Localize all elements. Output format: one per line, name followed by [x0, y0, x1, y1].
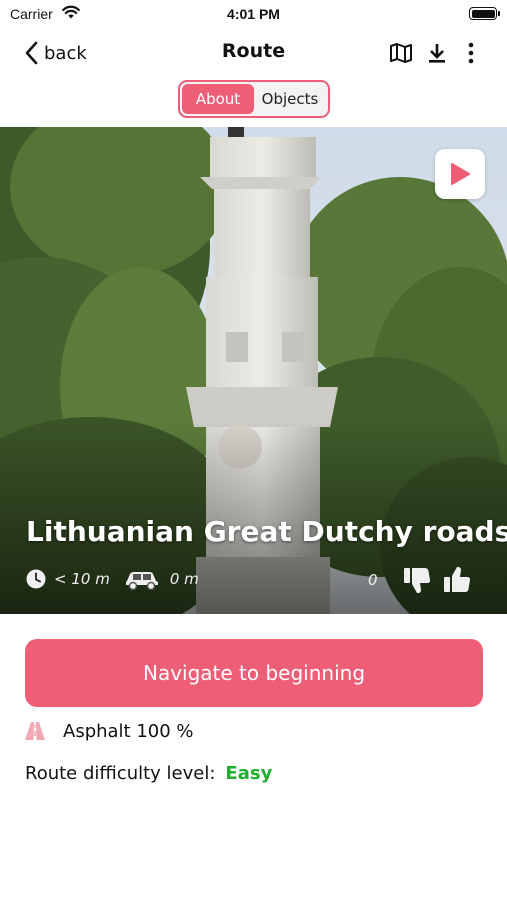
- download-icon: [429, 44, 445, 63]
- more-vertical-icon: [468, 42, 474, 64]
- route-title: Lithuanian Great Dutchy roads: [26, 515, 507, 548]
- segmented-control: About Objects: [178, 80, 330, 118]
- route-distance: 0 m: [169, 570, 199, 588]
- hero-section: Lithuanian Great Dutchy roads < 10 m 0 m…: [0, 127, 507, 614]
- rating-controls: 0: [368, 563, 474, 597]
- tab-objects[interactable]: Objects: [254, 84, 326, 114]
- road-icon: [25, 722, 45, 740]
- difficulty-info: Route difficulty level: Easy: [25, 760, 272, 786]
- play-audio-button[interactable]: [435, 149, 485, 199]
- back-button[interactable]: back: [24, 40, 87, 66]
- difficulty-value: Easy: [225, 762, 273, 784]
- route-meta: < 10 m 0 m: [26, 567, 199, 591]
- surface-info: Asphalt 100 %: [25, 718, 194, 744]
- tab-about[interactable]: About: [182, 84, 254, 114]
- map-icon: [390, 43, 412, 63]
- surface-value: Asphalt 100 %: [63, 720, 194, 742]
- likes-count: 0: [368, 571, 378, 589]
- status-time: 4:01 PM: [227, 6, 280, 22]
- download-button[interactable]: [424, 40, 450, 66]
- more-button[interactable]: [458, 40, 484, 66]
- thumbs-down-icon: [404, 568, 431, 593]
- route-duration: < 10 m: [54, 570, 110, 588]
- back-label: back: [44, 42, 87, 64]
- dislike-button[interactable]: [400, 563, 434, 597]
- like-button[interactable]: [440, 563, 474, 597]
- status-bar: Carrier 4:01 PM: [0, 0, 507, 30]
- difficulty-label: Route difficulty level:: [25, 762, 216, 784]
- car-icon: [125, 572, 158, 590]
- clock-icon: [26, 569, 46, 589]
- navigation-bar: back Route: [0, 30, 507, 76]
- map-button[interactable]: [388, 40, 414, 66]
- navigate-to-beginning-button[interactable]: Navigate to beginning: [25, 639, 483, 707]
- thumbs-up-icon: [444, 567, 471, 592]
- chevron-left-icon: [25, 41, 38, 65]
- play-icon: [451, 163, 470, 185]
- battery-icon: [469, 7, 500, 20]
